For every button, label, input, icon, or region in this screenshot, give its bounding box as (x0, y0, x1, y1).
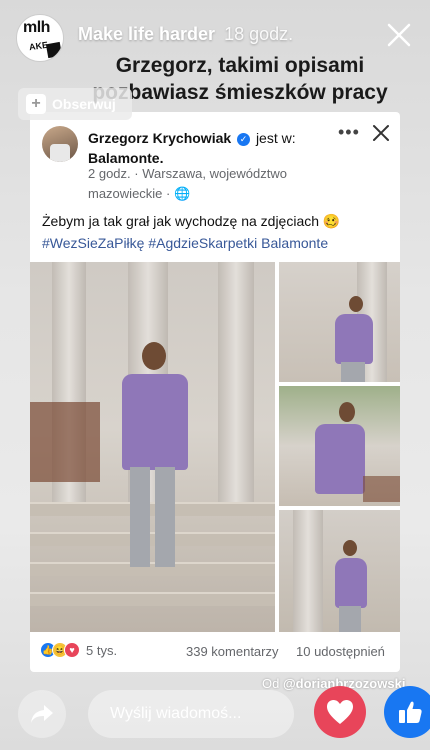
love-reaction-icon: ♥ (64, 642, 80, 658)
photo-pillar (218, 262, 254, 502)
photo-chairs (363, 476, 400, 502)
photo-step (30, 532, 275, 546)
plus-icon: + (26, 94, 46, 114)
photo-step (30, 502, 275, 516)
post-hashtags[interactable]: #WezSieZaPiłkę #AgdzieSkarpetki Balamont… (42, 232, 392, 254)
reactions-count: 5 tys. (86, 642, 118, 658)
person-head (349, 296, 363, 312)
comments-count[interactable]: 339 komentarzy (186, 644, 279, 659)
person-head (339, 402, 355, 422)
verified-icon: ✓ (237, 132, 251, 146)
photo-step (30, 562, 275, 576)
photo-grid (30, 262, 400, 632)
post-text: Żebym ja tak grał jak wychodzę na zdjęci… (42, 210, 392, 254)
photo-step (30, 592, 275, 606)
heart-icon (327, 700, 353, 724)
post-time: 2 godz. (88, 166, 131, 181)
person-jacket (335, 558, 367, 608)
logo-mark (45, 41, 63, 59)
follow-button[interactable]: + Obserwuj (18, 88, 132, 120)
person-legs (339, 606, 361, 632)
person-legs (341, 362, 365, 382)
shares-count[interactable]: 10 udostępnień (296, 644, 385, 659)
logo-text-top: mlh (23, 19, 50, 36)
person-head (142, 342, 166, 370)
photo-pillar (293, 510, 323, 632)
like-button[interactable] (384, 686, 430, 738)
avatar[interactable] (42, 126, 78, 162)
person-jacket (315, 424, 365, 494)
photo-main[interactable] (30, 262, 275, 632)
story-footer: Wyślij wiadomoś... (0, 680, 430, 750)
photo-3[interactable] (279, 386, 400, 506)
is-at-label: jest w: (255, 130, 296, 146)
story-time: 18 godz. (224, 24, 294, 44)
thumbs-up-icon (399, 701, 422, 723)
post-card: Grzegorz Krychowiak ✓ jest w: Balamonte.… (30, 112, 400, 672)
post-author[interactable]: Grzegorz Krychowiak (88, 130, 231, 146)
message-input[interactable]: Wyślij wiadomoś... (88, 690, 294, 738)
post-author-line: Grzegorz Krychowiak ✓ jest w: Balamonte. (88, 128, 298, 168)
close-post-icon[interactable] (372, 124, 390, 142)
photo-4[interactable] (279, 510, 400, 632)
person-leg (130, 467, 150, 567)
close-icon[interactable] (386, 22, 412, 48)
reactions-summary[interactable]: 👍 😆 ♥ 5 tys. (40, 642, 117, 658)
post-caption: Żebym ja tak grał jak wychodzę na zdjęci… (42, 213, 341, 229)
story-title: Make life harder 18 godz. (78, 24, 293, 45)
globe-icon: 🌐 (173, 186, 191, 201)
heart-button[interactable] (314, 686, 366, 738)
person-jacket (122, 374, 188, 470)
photo-2[interactable] (279, 262, 400, 382)
page-name[interactable]: Make life harder (78, 24, 215, 44)
more-options-icon[interactable]: ••• (338, 122, 360, 143)
person-leg (155, 467, 175, 567)
person-head (343, 540, 357, 556)
page-logo[interactable]: mlh AKE (16, 14, 64, 62)
follow-label: Obserwuj (52, 96, 116, 112)
share-button[interactable] (18, 690, 66, 738)
person-jacket (335, 314, 373, 364)
photo-chairs (30, 402, 100, 482)
post-meta: 2 godz. · Warszawa, województwo mazowiec… (88, 166, 287, 201)
share-arrow-icon (31, 705, 53, 723)
